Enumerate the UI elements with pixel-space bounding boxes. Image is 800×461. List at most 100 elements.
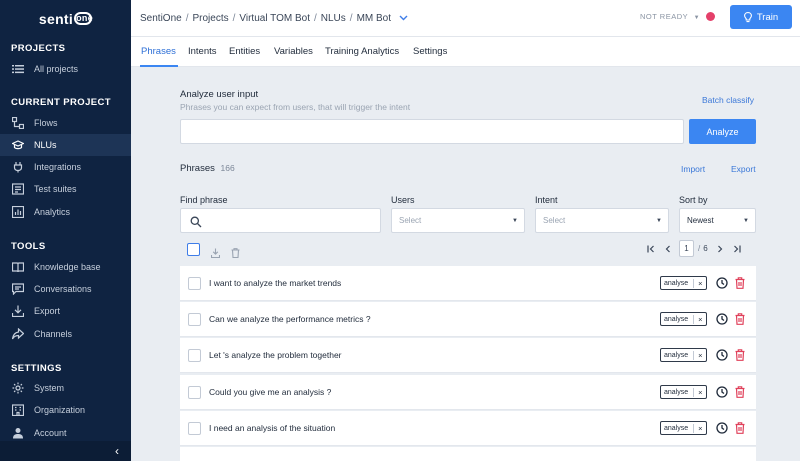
table-row: [180, 447, 756, 461]
flows-icon: [11, 117, 25, 129]
bar-chart-icon: [11, 206, 25, 218]
sidebar-item-label: Conversations: [34, 284, 92, 294]
breadcrumb-item[interactable]: NLUs: [321, 13, 346, 24]
train-button-label: Train: [756, 11, 779, 23]
intent-select-value: Select: [543, 216, 566, 225]
breadcrumb-separator: /: [185, 12, 189, 24]
import-link[interactable]: Import: [681, 164, 705, 174]
breadcrumb: SentiOne / Projects / Virtual TOM Bot / …: [140, 13, 408, 24]
remove-tag-icon[interactable]: ×: [693, 314, 703, 324]
sidebar-item-export[interactable]: Export: [0, 300, 131, 322]
breadcrumb-item[interactable]: Projects: [192, 13, 228, 24]
sort-by-label: Sort by: [679, 195, 708, 205]
trash-icon[interactable]: [735, 277, 745, 289]
tab-intents[interactable]: Intents: [188, 46, 217, 57]
intent-tag-label: analyse: [664, 279, 689, 287]
sidebar-item-integrations[interactable]: Integrations: [0, 156, 131, 178]
remove-tag-icon[interactable]: ×: [693, 278, 703, 288]
last-page-icon[interactable]: [733, 245, 741, 253]
intent-select[interactable]: Select ▼: [535, 208, 669, 233]
sidebar-item-label: NLUs: [34, 140, 57, 150]
download-icon[interactable]: [210, 245, 221, 259]
history-icon[interactable]: [716, 422, 728, 434]
collapse-sidebar-button[interactable]: ‹: [0, 441, 131, 461]
trash-icon[interactable]: [735, 313, 745, 325]
analyze-input[interactable]: [180, 119, 684, 144]
sidebar-item-organization[interactable]: Organization: [0, 399, 131, 421]
row-checkbox[interactable]: [188, 277, 201, 290]
trash-icon[interactable]: [735, 422, 745, 434]
test-suites-icon: [11, 183, 25, 195]
prev-page-icon[interactable]: [665, 245, 671, 253]
sidebar-item-nlus[interactable]: NLUs: [0, 134, 131, 156]
history-icon[interactable]: [716, 277, 728, 289]
tab-phrases[interactable]: Phrases: [141, 46, 176, 57]
breadcrumb-item[interactable]: MM Bot: [357, 13, 391, 24]
history-icon[interactable]: [716, 349, 728, 361]
chevron-down-icon[interactable]: [399, 13, 408, 24]
phrase-text[interactable]: Can we analyze the performance metrics ?: [209, 314, 371, 324]
caret-down-icon: ▼: [693, 15, 701, 21]
sidebar-item-test-suites[interactable]: Test suites: [0, 178, 131, 200]
phrase-text[interactable]: I want to analyze the market trends: [209, 278, 341, 288]
sort-by-value: Newest: [687, 216, 714, 225]
sidebar-item-analytics[interactable]: Analytics: [0, 201, 131, 223]
lightbulb-icon: [743, 11, 752, 23]
tab-training-analytics[interactable]: Training Analytics: [325, 46, 399, 57]
tab-bar: Phrases Intents Entities Variables Train…: [131, 37, 800, 67]
breadcrumb-item[interactable]: Virtual TOM Bot: [239, 13, 310, 24]
phrase-text[interactable]: I need an analysis of the situation: [209, 423, 335, 433]
sidebar: senti one PROJECTS All projects CURRENT P…: [0, 0, 131, 461]
remove-tag-icon[interactable]: ×: [693, 423, 703, 433]
sidebar-item-label: Analytics: [34, 207, 71, 217]
batch-classify-link[interactable]: Batch classify: [702, 95, 754, 105]
history-icon[interactable]: [716, 313, 728, 325]
status-indicator-dot: [706, 12, 715, 21]
chevron-left-icon: ‹: [115, 444, 119, 458]
sidebar-item-system[interactable]: System: [0, 377, 131, 399]
table-row: I want to analyze the market trends anal…: [180, 266, 756, 301]
breadcrumb-item[interactable]: SentiOne: [140, 13, 182, 24]
sort-by-select[interactable]: Newest ▼: [679, 208, 756, 233]
sidebar-item-label: Flows: [34, 118, 58, 128]
users-select[interactable]: Select ▼: [391, 208, 525, 233]
select-all-checkbox[interactable]: [187, 243, 200, 256]
remove-tag-icon[interactable]: ×: [693, 387, 703, 397]
intent-tag: analyse ×: [660, 385, 707, 399]
sidebar-item-conversations[interactable]: Conversations: [0, 278, 131, 300]
row-checkbox[interactable]: [188, 386, 201, 399]
tab-settings[interactable]: Settings: [413, 46, 447, 57]
tab-variables[interactable]: Variables: [274, 46, 313, 57]
list-icon: [11, 63, 25, 75]
phrase-text[interactable]: Let 's analyze the problem together: [209, 350, 342, 360]
sidebar-item-all-projects[interactable]: All projects: [0, 58, 131, 80]
intent-label: Intent: [535, 195, 558, 205]
trash-icon[interactable]: [231, 245, 240, 259]
sidebar-item-knowledge-base[interactable]: Knowledge base: [0, 256, 131, 278]
train-button[interactable]: Train: [730, 5, 792, 29]
analyze-button[interactable]: Analyze: [689, 119, 756, 144]
pagination: 1 / 6: [647, 240, 741, 257]
trash-icon[interactable]: [735, 349, 745, 361]
current-page-input[interactable]: 1: [679, 240, 694, 257]
status-dropdown[interactable]: NOT READY ▼: [640, 12, 700, 21]
history-icon[interactable]: [716, 386, 728, 398]
phrase-text[interactable]: Could you give me an analysis ?: [209, 387, 331, 397]
export-link[interactable]: Export: [731, 164, 756, 174]
logo[interactable]: senti one: [0, 0, 131, 37]
sidebar-item-flows[interactable]: Flows: [0, 112, 131, 134]
next-page-icon[interactable]: [717, 245, 723, 253]
find-phrase-input[interactable]: [180, 208, 381, 233]
user-icon: [11, 427, 25, 439]
first-page-icon[interactable]: [647, 245, 655, 253]
row-checkbox[interactable]: [188, 313, 201, 326]
trash-icon[interactable]: [735, 386, 745, 398]
intent-tag: analyse ×: [660, 276, 707, 290]
sidebar-item-label: Organization: [34, 405, 86, 415]
tab-entities[interactable]: Entities: [229, 46, 260, 57]
remove-tag-icon[interactable]: ×: [693, 350, 703, 360]
row-checkbox[interactable]: [188, 422, 201, 435]
row-checkbox[interactable]: [188, 349, 201, 362]
topbar: SentiOne / Projects / Virtual TOM Bot / …: [131, 0, 800, 37]
sidebar-item-channels[interactable]: Channels: [0, 323, 131, 345]
